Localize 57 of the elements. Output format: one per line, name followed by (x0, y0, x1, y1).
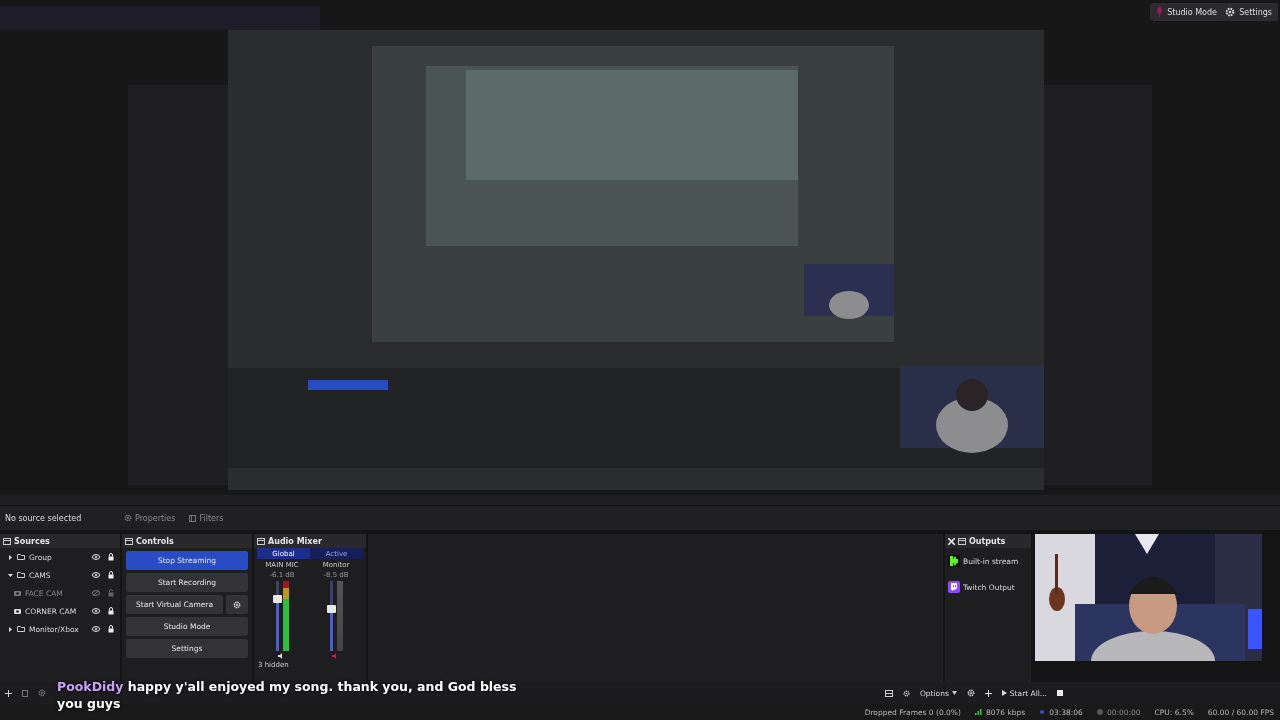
stop-icon (1057, 690, 1063, 696)
settings-button[interactable] (226, 595, 248, 614)
volume-slider[interactable] (329, 581, 333, 651)
dock-icon (958, 537, 966, 545)
lock-icon[interactable] (108, 625, 114, 633)
chat-caption: PookDidy happy y'all enjoyed my song. thank you, and God bless you guys (57, 678, 517, 712)
eye-icon[interactable] (92, 608, 100, 614)
eye-icon[interactable] (92, 554, 100, 560)
signal-icon (974, 709, 982, 715)
settings-icon (233, 600, 241, 609)
plus-icon (984, 689, 992, 697)
caret-right-icon[interactable] (8, 626, 13, 632)
camera-icon (14, 608, 21, 614)
panel-title: Outputs (969, 536, 1006, 546)
folder-icon (17, 554, 25, 560)
dock-icon (125, 537, 133, 545)
settings-icon (124, 514, 132, 522)
lock-icon[interactable] (108, 607, 114, 615)
close-icon[interactable] (948, 537, 955, 545)
filters-button[interactable]: Filters (189, 513, 224, 523)
mic-icon (1156, 7, 1164, 17)
dock-icon (3, 537, 11, 545)
settings-icon (966, 689, 975, 697)
panel-title: Audio Mixer (268, 536, 322, 546)
filter-icon (189, 514, 197, 522)
unlock-icon[interactable] (108, 589, 114, 597)
panel-title: Sources (14, 536, 50, 546)
caret-right-icon[interactable] (8, 554, 13, 560)
caret-down-icon (951, 691, 957, 695)
eye-icon[interactable] (92, 572, 100, 578)
level-meter (336, 581, 343, 651)
lock-icon[interactable] (108, 553, 114, 561)
volume-slider[interactable] (275, 581, 279, 651)
eye-icon[interactable] (92, 626, 100, 632)
k-logo-icon (948, 555, 960, 567)
layout-icon (884, 689, 893, 697)
chat-logo-icon (948, 581, 960, 593)
caret-down-icon[interactable] (8, 572, 13, 578)
settings-icon (902, 689, 910, 697)
broadcast-icon (1039, 709, 1046, 715)
dock-icon (257, 537, 265, 545)
properties-button[interactable]: Properties (124, 513, 176, 523)
settings-icon (38, 689, 46, 697)
trash-icon (22, 689, 28, 697)
panel-title: Controls (136, 536, 174, 546)
record-icon (1096, 709, 1103, 715)
plus-icon (5, 689, 12, 697)
settings-button[interactable]: Settings (1219, 3, 1278, 21)
folder-icon (17, 626, 25, 632)
lock-icon[interactable] (108, 571, 114, 579)
folder-icon (17, 572, 25, 578)
play-icon (1001, 690, 1007, 696)
camera-icon (14, 590, 21, 596)
level-meter (282, 581, 289, 651)
selection-status: No source selected (5, 513, 83, 523)
settings-icon (1225, 7, 1236, 17)
eye-slash-icon[interactable] (92, 590, 100, 596)
